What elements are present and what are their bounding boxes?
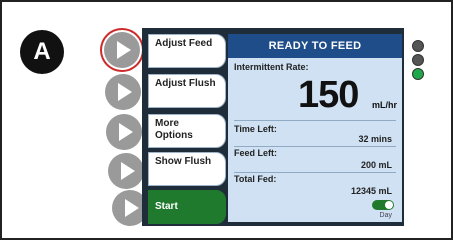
feed-left-label: Feed Left: [234,148,278,158]
show-flush-arrow-button[interactable] [108,153,144,189]
pump-screen: Adjust Feed Adjust Flush More Options Sh… [142,28,404,226]
figure-label: A [33,38,51,65]
more-options-arrow-button[interactable] [106,114,142,150]
show-flush-button[interactable]: Show Flush [148,152,226,186]
start-button[interactable]: Start [148,190,226,224]
day-mode-toggle[interactable] [372,200,394,210]
time-left-label: Time Left: [234,124,277,134]
rate-label: Intermittent Rate: [234,62,309,72]
more-options-button[interactable]: More Options [148,114,226,148]
feed-left-value: 200 mL [360,160,392,170]
total-fed-value: 12345 mL [350,186,392,196]
play-arrow-icon [119,123,133,141]
adjust-flush-arrow-button[interactable] [105,74,141,110]
play-arrow-icon [125,199,139,217]
day-mode-label: Day [379,212,392,219]
status-led-1 [412,40,424,52]
play-arrow-icon [118,83,132,101]
softkey-menu: Adjust Feed Adjust Flush More Options Sh… [144,30,228,224]
adjust-feed-button[interactable]: Adjust Feed [148,34,226,68]
adjust-feed-arrow-button[interactable] [104,32,140,68]
total-fed-label: Total Fed: [234,174,277,184]
divider [234,120,396,121]
toggle-knob [385,201,393,209]
rate-value: 150 [298,74,359,116]
rate-unit: mL/hr [372,100,398,110]
time-left-value: 32 mins [358,134,392,144]
figure-frame: A Adjust Feed Adjust Flush More Options … [0,0,453,240]
play-arrow-icon [117,41,131,59]
play-arrow-icon [121,162,135,180]
divider [234,172,396,173]
status-title: READY TO FEED [228,34,402,58]
divider [234,146,396,147]
status-led-2 [412,54,424,66]
status-led-power [412,68,424,80]
adjust-flush-button[interactable]: Adjust Flush [148,74,226,108]
figure-label-badge: A [20,30,64,74]
status-panel: READY TO FEED Intermittent Rate: 150 mL/… [228,34,402,222]
